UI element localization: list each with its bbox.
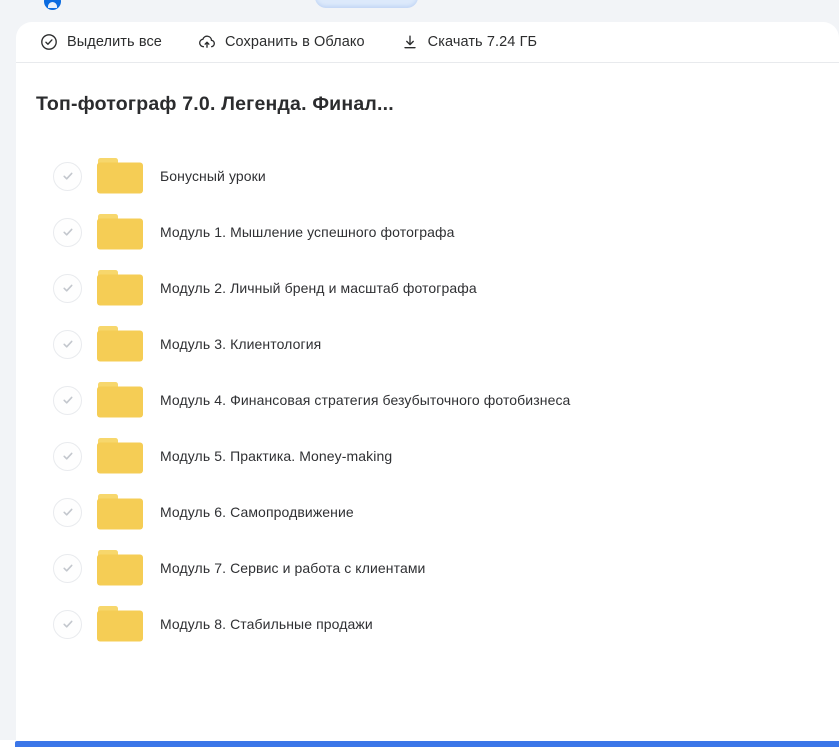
folder-row[interactable]: Бонусный уроки [16, 148, 839, 204]
download-icon [401, 33, 419, 51]
folder-row[interactable]: Модуль 2. Личный бренд и масштаб фотогра… [16, 260, 839, 316]
folder-icon [82, 550, 143, 586]
toolbar: Выделить все Сохранить в Облако Скачать … [16, 22, 839, 63]
folder-row[interactable]: Модуль 8. Стабильные продажи [16, 596, 839, 652]
folder-name: Модуль 8. Стабильные продажи [160, 616, 373, 632]
bottom-panel-edge [15, 741, 839, 747]
folder-row[interactable]: Модуль 5. Практика. Money-making [16, 428, 839, 484]
row-checkbox[interactable] [53, 498, 82, 527]
folder-icon [82, 326, 143, 362]
save-to-cloud-label: Сохранить в Облако [225, 34, 365, 50]
select-all-button[interactable]: Выделить все [40, 33, 162, 51]
top-pill-button[interactable] [315, 0, 418, 8]
folder-row[interactable]: Модуль 3. Клиентология [16, 316, 839, 372]
folder-row[interactable]: Модуль 4. Финансовая стратегия безубыточ… [16, 372, 839, 428]
folder-icon [82, 214, 143, 250]
folder-name: Модуль 7. Сервис и работа с клиентами [160, 560, 425, 576]
folder-name: Модуль 3. Клиентология [160, 336, 321, 352]
folder-icon [82, 270, 143, 306]
folder-icon [82, 606, 143, 642]
row-checkbox[interactable] [53, 554, 82, 583]
folder-name: Модуль 2. Личный бренд и масштаб фотогра… [160, 280, 477, 296]
download-label: Скачать 7.24 ГБ [428, 34, 538, 50]
folder-icon [82, 438, 143, 474]
row-checkbox[interactable] [53, 386, 82, 415]
folder-row[interactable]: Модуль 7. Сервис и работа с клиентами [16, 540, 839, 596]
folder-icon [82, 494, 143, 530]
content-card: Выделить все Сохранить в Облако Скачать … [16, 22, 839, 740]
folder-row[interactable]: Модуль 1. Мышление успешного фотографа [16, 204, 839, 260]
row-checkbox[interactable] [53, 330, 82, 359]
folder-name: Бонусный уроки [160, 168, 266, 184]
cloud-upload-icon [198, 33, 216, 51]
download-button[interactable]: Скачать 7.24 ГБ [401, 33, 538, 51]
select-all-label: Выделить все [67, 34, 162, 50]
row-checkbox[interactable] [53, 162, 82, 191]
folder-list: Бонусный уроки Модуль 1. Мышление успешн… [16, 148, 839, 652]
row-checkbox[interactable] [53, 218, 82, 247]
folder-name: Модуль 4. Финансовая стратегия безубыточ… [160, 392, 570, 408]
folder-icon [82, 158, 143, 194]
check-circle-icon [40, 33, 58, 51]
row-checkbox[interactable] [53, 274, 82, 303]
folder-name: Модуль 1. Мышление успешного фотографа [160, 224, 454, 240]
folder-row[interactable]: Модуль 6. Самопродвижение [16, 484, 839, 540]
folder-name: Модуль 5. Практика. Money-making [160, 448, 392, 464]
page-title: Топ-фотограф 7.0. Легенда. Финал... [36, 93, 839, 116]
row-checkbox[interactable] [53, 610, 82, 639]
save-to-cloud-button[interactable]: Сохранить в Облако [198, 33, 365, 51]
folder-name: Модуль 6. Самопродвижение [160, 504, 354, 520]
folder-icon [82, 382, 143, 418]
row-checkbox[interactable] [53, 442, 82, 471]
